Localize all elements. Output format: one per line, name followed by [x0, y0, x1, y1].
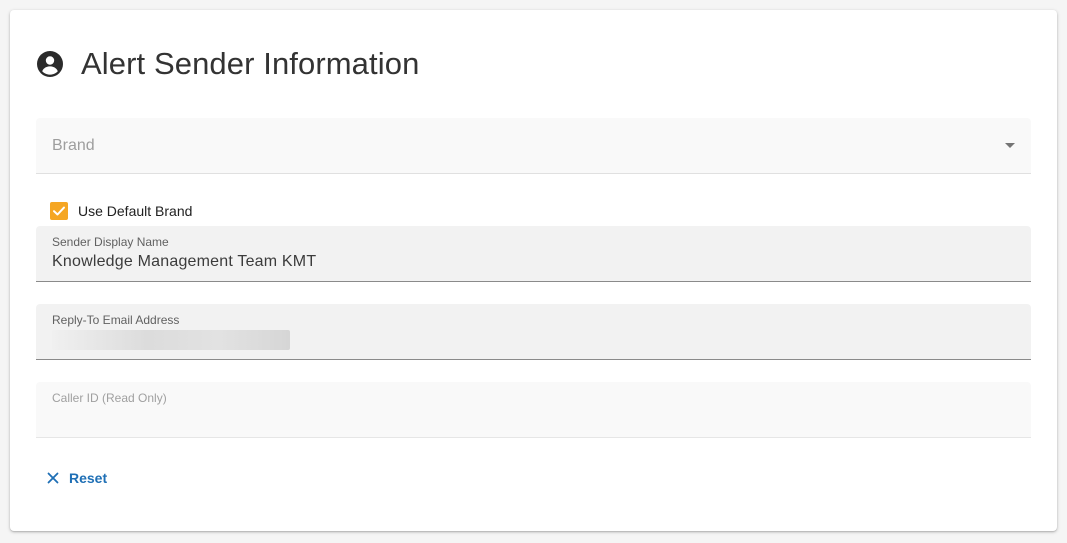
sender-display-name-field[interactable]: Sender Display Name Knowledge Management…	[36, 226, 1031, 282]
sender-display-name-label: Sender Display Name	[52, 235, 169, 249]
checkmark-icon	[53, 206, 65, 216]
reset-label: Reset	[69, 470, 108, 486]
reply-to-email-label: Reply-To Email Address	[52, 313, 180, 327]
page-title: Alert Sender Information	[81, 46, 420, 81]
card-header: Alert Sender Information	[36, 46, 419, 82]
caller-id-field: Caller ID (Read Only)	[36, 382, 1031, 438]
account-circle-icon	[36, 50, 64, 78]
reply-to-email-field[interactable]: Reply-To Email Address	[36, 304, 1031, 360]
use-default-brand-label: Use Default Brand	[78, 203, 193, 219]
alert-sender-card: Alert Sender Information Brand Use Defau…	[10, 10, 1057, 531]
brand-select[interactable]: Brand	[36, 118, 1031, 174]
use-default-brand-checkbox[interactable]	[50, 202, 68, 220]
sender-display-name-value[interactable]: Knowledge Management Team KMT	[52, 253, 316, 271]
brand-select-placeholder: Brand	[52, 137, 95, 154]
redacted-email-value[interactable]	[52, 330, 290, 350]
dropdown-arrow-icon[interactable]	[1005, 143, 1015, 148]
reset-button[interactable]: Reset	[46, 468, 107, 488]
close-icon	[46, 471, 60, 485]
caller-id-label: Caller ID (Read Only)	[52, 391, 167, 405]
use-default-brand-row[interactable]: Use Default Brand	[50, 201, 192, 221]
